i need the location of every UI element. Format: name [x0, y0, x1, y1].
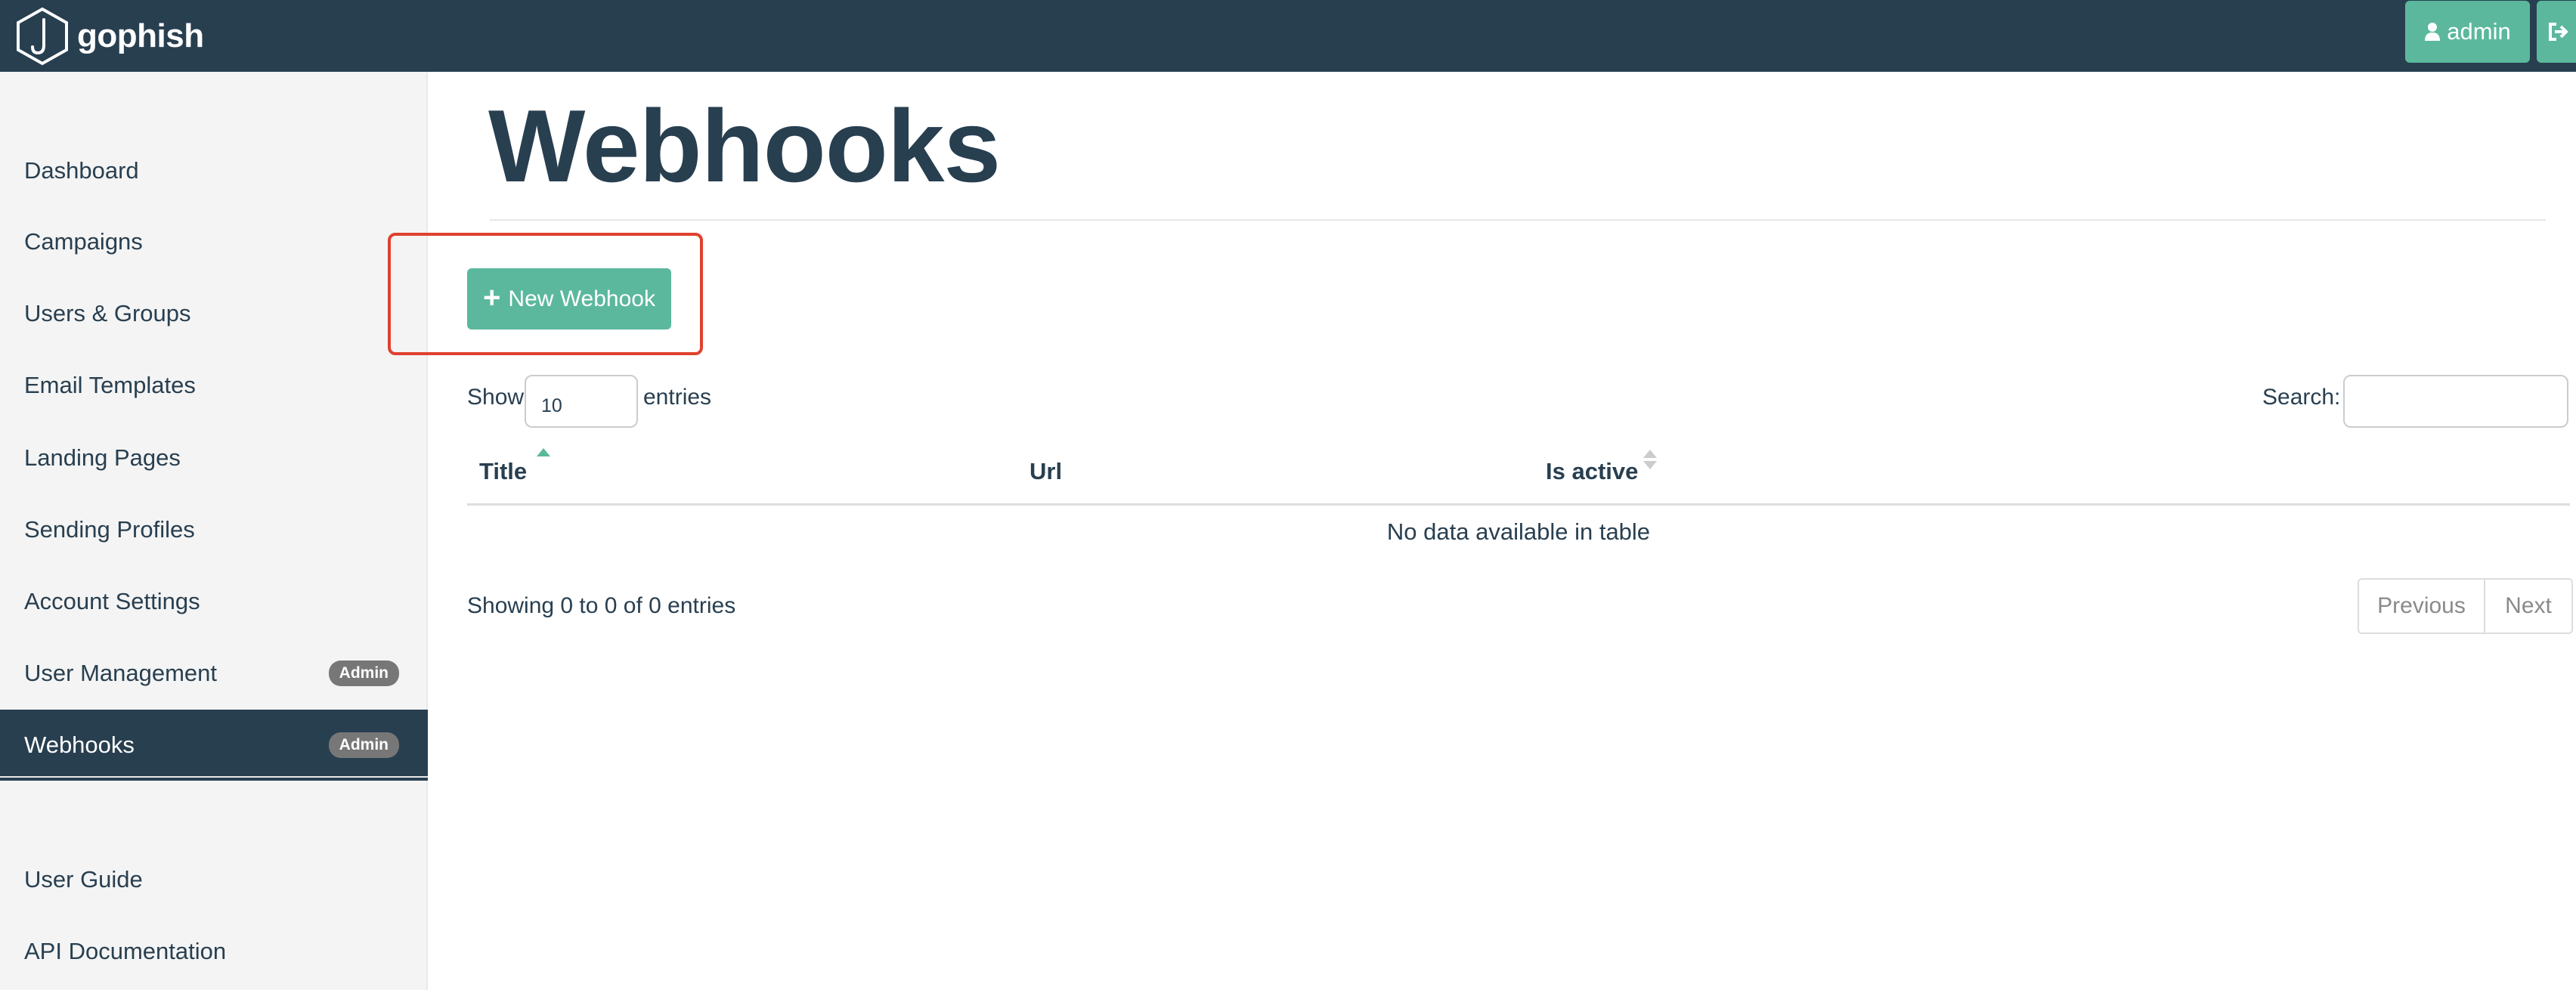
- search-input[interactable]: [2343, 375, 2568, 428]
- page-title: Webhooks: [488, 88, 1001, 203]
- sidebar-item-campaigns[interactable]: Campaigns: [0, 206, 428, 277]
- sidebar-item-label: User Management: [24, 660, 218, 686]
- sidebar-item-label: Dashboard: [24, 157, 139, 184]
- gophish-logo-icon: [17, 7, 68, 65]
- sidebar-item-email-templates[interactable]: Email Templates: [0, 350, 428, 421]
- sidebar-item-label: Landing Pages: [24, 444, 181, 471]
- sidebar: Dashboard Campaigns Users & Groups Email…: [0, 72, 428, 990]
- admin-badge: Admin: [328, 661, 399, 686]
- sidebar-item-account-settings[interactable]: Account Settings: [0, 566, 428, 637]
- sidebar-item-label: API Documentation: [24, 938, 227, 964]
- sidebar-item-label: Users & Groups: [24, 300, 191, 326]
- sidebar-divider: [0, 776, 428, 778]
- length-suffix: entries: [643, 385, 712, 410]
- new-webhook-label: New Webhook: [508, 286, 655, 311]
- column-header-url: Url: [1029, 458, 1063, 484]
- entries-per-page-select[interactable]: 10: [525, 375, 638, 428]
- table-empty-row: No data available in table: [1386, 518, 1651, 545]
- table-info: Showing 0 to 0 of 0 entries: [467, 593, 736, 618]
- sidebar-item-dashboard[interactable]: Dashboard: [0, 135, 428, 206]
- sidebar-item-label: Account Settings: [24, 588, 200, 614]
- sidebar-item-label: Sending Profiles: [24, 516, 195, 543]
- logout-button[interactable]: [2537, 1, 2576, 63]
- table-header-divider: [467, 503, 2570, 506]
- admin-badge: Admin: [328, 732, 399, 758]
- sidebar-item-label: User Guide: [24, 866, 143, 893]
- title-divider: [490, 219, 2546, 221]
- sidebar-item-label: Email Templates: [24, 372, 196, 398]
- column-header-is-active[interactable]: Is active: [1546, 458, 1638, 485]
- previous-page-button[interactable]: Previous: [2359, 580, 2485, 633]
- sidebar-item-label: Webhooks: [24, 732, 135, 758]
- column-header-title[interactable]: Title: [479, 458, 527, 485]
- sidebar-item-webhooks[interactable]: Webhooks Admin: [0, 710, 428, 781]
- sort-both-icon: [1642, 450, 1658, 472]
- user-menu-label: admin: [2447, 18, 2511, 45]
- top-navbar: gophish admin: [0, 0, 2576, 72]
- brand-name: gophish: [77, 17, 204, 54]
- plus-icon: +: [483, 280, 501, 314]
- entries-per-page-value: 10: [541, 394, 562, 416]
- user-menu-button[interactable]: admin: [2405, 1, 2530, 63]
- sidebar-item-users-groups[interactable]: Users & Groups: [0, 278, 428, 349]
- user-icon: [2425, 23, 2441, 41]
- sidebar-item-label: Campaigns: [24, 228, 143, 255]
- sidebar-item-user-management[interactable]: User Management Admin: [0, 638, 428, 709]
- search-label: Search:: [2262, 385, 2341, 410]
- sign-out-icon: [2549, 23, 2568, 41]
- new-webhook-button[interactable]: + New Webhook: [467, 268, 671, 329]
- length-prefix: Show: [467, 385, 525, 410]
- next-page-button[interactable]: Next: [2485, 580, 2571, 633]
- brand[interactable]: gophish: [14, 0, 204, 72]
- sidebar-item-api-documentation[interactable]: API Documentation: [0, 916, 428, 987]
- sidebar-item-user-guide[interactable]: User Guide: [0, 844, 428, 915]
- pagination: Previous Next: [2358, 578, 2573, 634]
- sidebar-item-sending-profiles[interactable]: Sending Profiles: [0, 494, 428, 565]
- sidebar-item-landing-pages[interactable]: Landing Pages: [0, 422, 428, 493]
- sort-ascending-icon: [537, 448, 550, 456]
